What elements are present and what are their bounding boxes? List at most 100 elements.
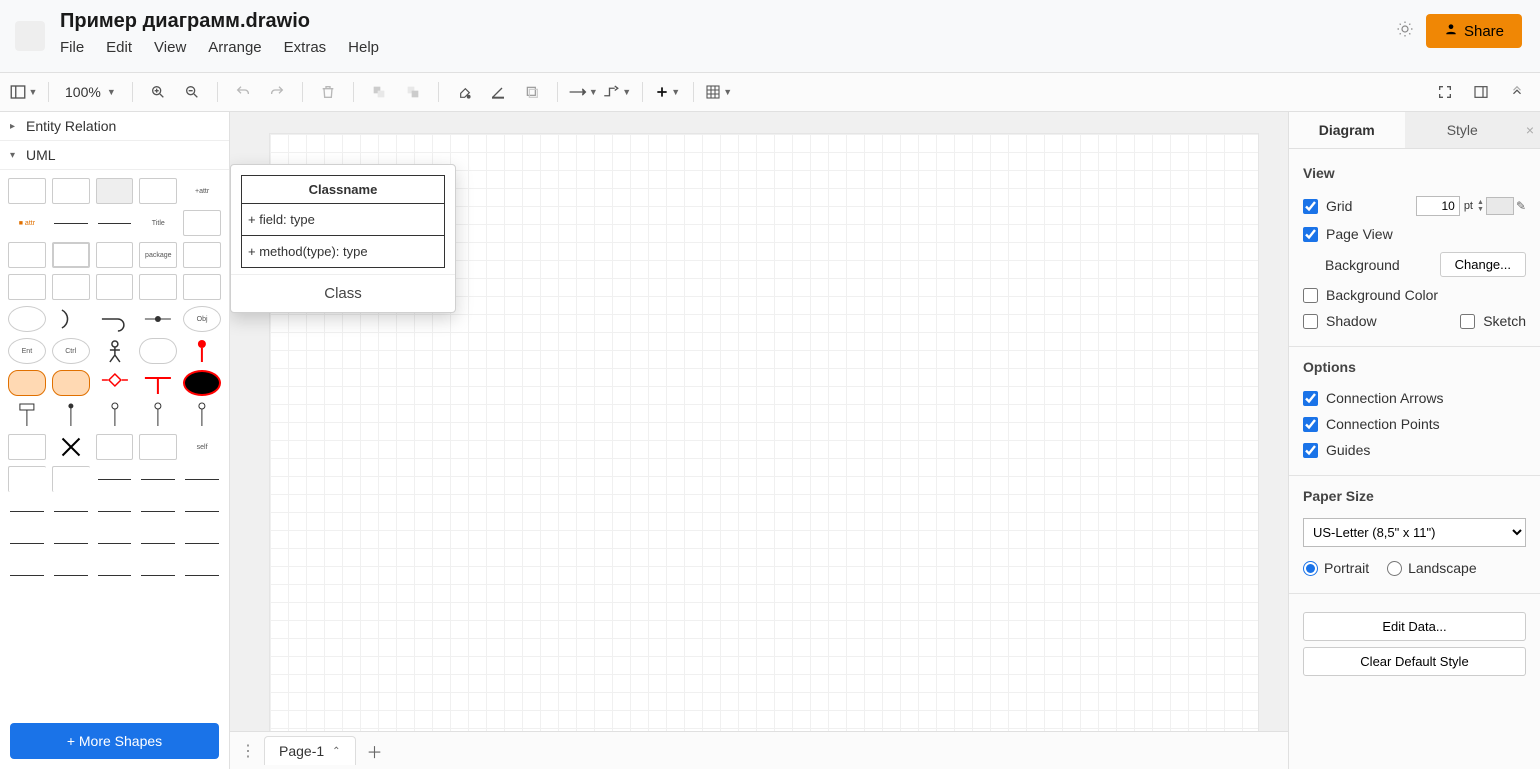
shape-thumb[interactable]: +attr xyxy=(183,178,221,204)
shape-thumb[interactable] xyxy=(8,242,46,268)
shape-thumb[interactable] xyxy=(52,210,90,236)
canvas-area[interactable]: Classname + field: type + method(type): … xyxy=(230,112,1288,769)
shape-thumb[interactable] xyxy=(8,498,46,524)
background-color-checkbox[interactable] xyxy=(1303,288,1318,303)
shape-thumb[interactable] xyxy=(183,466,221,492)
paper-size-select[interactable]: US-Letter (8,5" x 11") xyxy=(1303,518,1526,547)
shape-thumb[interactable] xyxy=(183,402,221,428)
shape-thumb[interactable] xyxy=(52,306,90,332)
grid-size-stepper[interactable]: ▲▼ xyxy=(1477,199,1484,213)
tab-style[interactable]: Style xyxy=(1405,112,1521,149)
shape-thumb[interactable] xyxy=(139,306,177,332)
shape-thumb[interactable] xyxy=(183,530,221,556)
shape-thumb[interactable]: self xyxy=(183,434,221,460)
shape-thumb[interactable] xyxy=(96,210,134,236)
redo-button[interactable] xyxy=(262,77,292,107)
menu-arrange[interactable]: Arrange xyxy=(208,39,261,56)
connection-arrows-checkbox[interactable] xyxy=(1303,391,1318,406)
table-button[interactable]: ▼ xyxy=(704,77,734,107)
undo-button[interactable] xyxy=(228,77,258,107)
shadow-checkbox[interactable] xyxy=(1303,314,1318,329)
shape-thumb[interactable] xyxy=(8,306,46,332)
format-panel-toggle[interactable] xyxy=(1466,77,1496,107)
shape-thumb[interactable] xyxy=(183,562,221,588)
delete-button[interactable] xyxy=(313,77,343,107)
shape-thumb[interactable] xyxy=(96,562,134,588)
shape-thumb[interactable]: Ctrl xyxy=(52,338,90,364)
landscape-radio[interactable] xyxy=(1387,561,1402,576)
zoom-in-button[interactable] xyxy=(143,77,173,107)
shape-thumb[interactable] xyxy=(8,562,46,588)
shape-thumb[interactable]: Ent xyxy=(8,338,46,364)
shape-thumb[interactable] xyxy=(8,178,46,204)
shape-thumb[interactable]: Obj xyxy=(183,306,221,332)
shape-thumb[interactable] xyxy=(8,402,46,428)
shape-thumb[interactable] xyxy=(183,498,221,524)
shape-thumb[interactable] xyxy=(8,466,46,492)
zoom-dropdown[interactable]: 100%▼ xyxy=(59,84,122,100)
shape-thumb[interactable] xyxy=(139,530,177,556)
more-shapes-button[interactable]: + More Shapes xyxy=(10,723,219,759)
shape-thumb[interactable] xyxy=(8,274,46,300)
background-change-button[interactable]: Change... xyxy=(1440,252,1526,277)
clear-default-style-button[interactable]: Clear Default Style xyxy=(1303,647,1526,676)
portrait-radio[interactable] xyxy=(1303,561,1318,576)
shape-thumb[interactable] xyxy=(139,178,177,204)
shape-thumb[interactable] xyxy=(96,402,134,428)
shape-thumb[interactable] xyxy=(139,338,177,364)
shape-thumb[interactable] xyxy=(52,530,90,556)
shape-thumb[interactable] xyxy=(96,242,134,268)
shape-thumb[interactable] xyxy=(183,338,221,364)
zoom-out-button[interactable] xyxy=(177,77,207,107)
shape-thumb[interactable]: ■ attr xyxy=(8,210,46,236)
shape-thumb[interactable] xyxy=(52,434,90,460)
shape-thumb[interactable] xyxy=(183,274,221,300)
add-page-button[interactable]: ＋ xyxy=(362,738,388,764)
shape-thumb[interactable] xyxy=(139,434,177,460)
insert-button[interactable]: ▼ xyxy=(653,77,683,107)
shape-thumb[interactable] xyxy=(52,370,90,396)
menu-extras[interactable]: Extras xyxy=(284,39,327,56)
shape-thumb[interactable]: package xyxy=(139,242,177,268)
menu-view[interactable]: View xyxy=(154,39,186,56)
menu-file[interactable]: File xyxy=(60,39,84,56)
shape-thumb[interactable] xyxy=(183,370,221,396)
page-tab-active[interactable]: Page-1 ⌃ xyxy=(264,736,356,765)
shape-thumb[interactable] xyxy=(52,562,90,588)
connection-points-checkbox[interactable] xyxy=(1303,417,1318,432)
appearance-icon[interactable] xyxy=(1396,20,1414,43)
shape-thumb[interactable] xyxy=(96,530,134,556)
edit-data-button[interactable]: Edit Data... xyxy=(1303,612,1526,641)
shadow-button[interactable] xyxy=(517,77,547,107)
document-title[interactable]: Пример диаграмм.drawio xyxy=(60,10,1396,33)
tab-diagram[interactable]: Diagram xyxy=(1289,112,1405,149)
guides-checkbox[interactable] xyxy=(1303,443,1318,458)
collapse-button[interactable] xyxy=(1502,77,1532,107)
page-view-checkbox[interactable] xyxy=(1303,227,1318,242)
palette-section-uml[interactable]: ▾ UML xyxy=(0,141,229,170)
shape-thumb-actor[interactable] xyxy=(96,338,134,364)
shape-thumb[interactable] xyxy=(139,466,177,492)
shape-thumb[interactable] xyxy=(139,370,177,396)
shape-thumb[interactable] xyxy=(96,498,134,524)
shape-thumb[interactable] xyxy=(8,370,46,396)
shape-thumb[interactable] xyxy=(183,242,221,268)
shape-thumb[interactable] xyxy=(96,434,134,460)
fill-color-button[interactable] xyxy=(449,77,479,107)
share-button[interactable]: Share xyxy=(1426,14,1522,48)
sidebar-toggle-button[interactable]: ▼ xyxy=(8,77,38,107)
pencil-icon[interactable]: ✎ xyxy=(1516,199,1526,213)
shape-thumb[interactable] xyxy=(52,466,90,492)
sketch-checkbox[interactable] xyxy=(1460,314,1475,329)
connection-button[interactable]: ▼ xyxy=(568,77,598,107)
menu-edit[interactable]: Edit xyxy=(106,39,132,56)
shape-thumb[interactable] xyxy=(96,370,134,396)
shape-thumb[interactable] xyxy=(52,498,90,524)
shape-thumb[interactable] xyxy=(52,242,90,268)
shape-thumb[interactable] xyxy=(52,402,90,428)
to-back-button[interactable] xyxy=(398,77,428,107)
shape-thumb[interactable] xyxy=(96,178,134,204)
shape-thumb[interactable]: Title xyxy=(139,210,177,236)
pages-menu-button[interactable]: ⋮ xyxy=(238,741,258,761)
palette-section-entity-relation[interactable]: ▸ Entity Relation xyxy=(0,112,229,141)
